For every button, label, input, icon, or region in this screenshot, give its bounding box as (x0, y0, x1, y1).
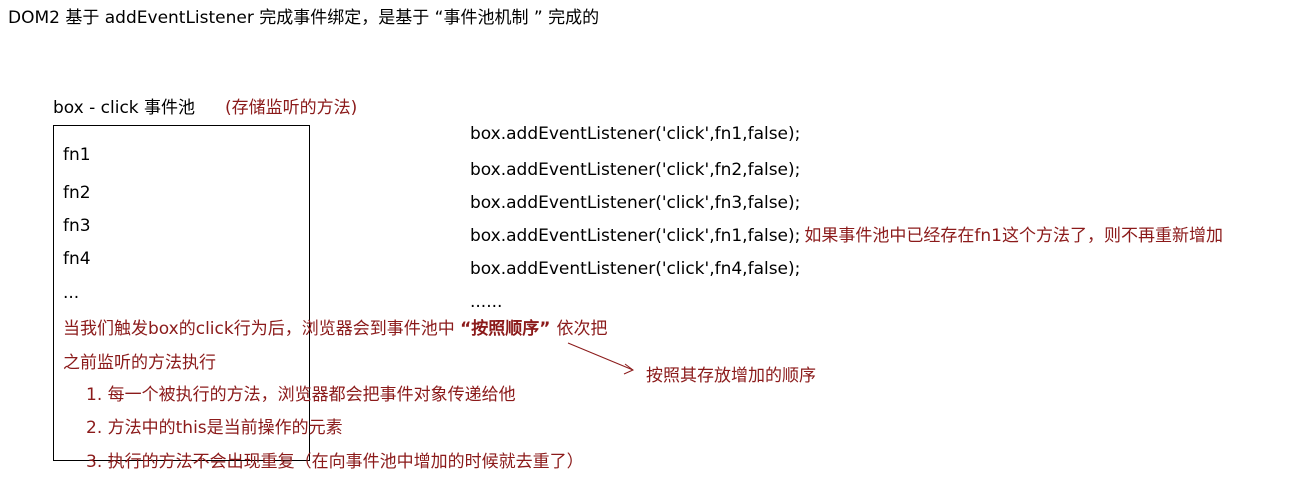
arrow-note: 按照其存放增加的顺序 (646, 366, 816, 386)
arrow-connector (567, 342, 634, 375)
